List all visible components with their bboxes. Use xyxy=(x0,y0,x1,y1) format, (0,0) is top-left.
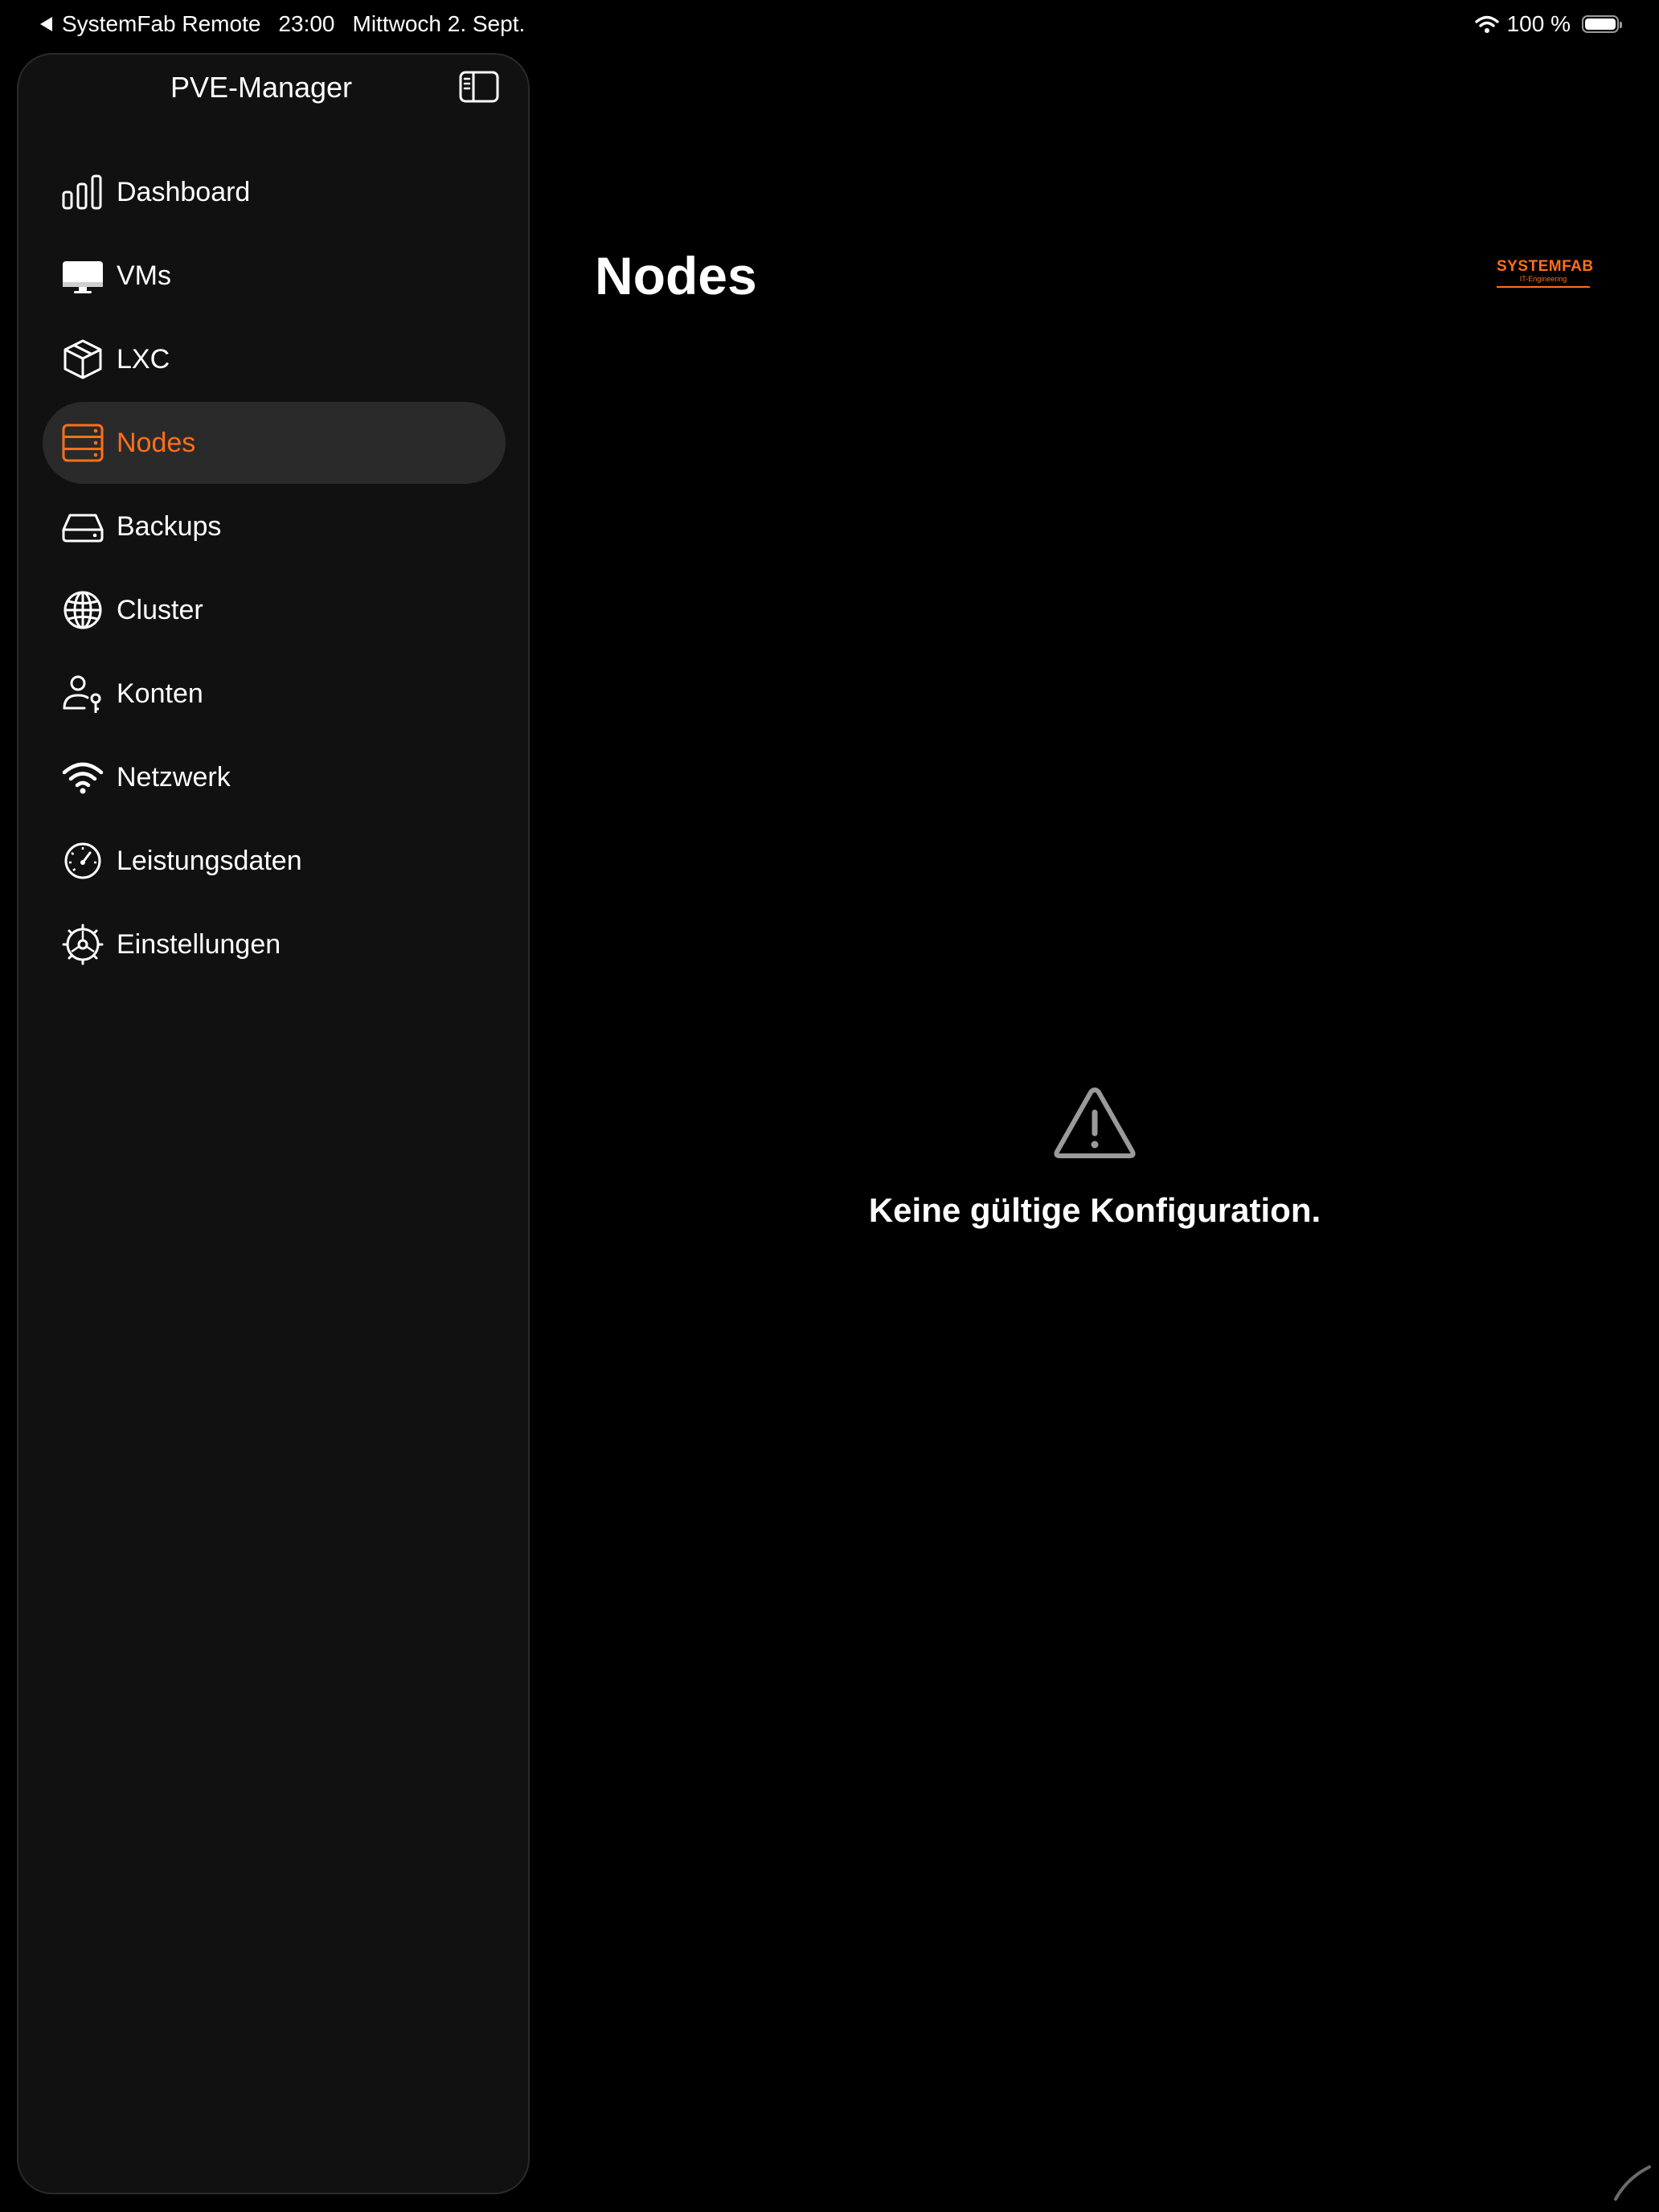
error-message: Keine gültige Konfiguration. xyxy=(868,1191,1321,1229)
sidebar-item-leistungsdaten[interactable]: Leistungsdaten xyxy=(43,820,506,902)
cube-icon xyxy=(60,337,105,382)
sidebar-item-dashboard[interactable]: Dashboard xyxy=(43,151,506,233)
sidebar-item-netzwerk[interactable]: Netzwerk xyxy=(43,736,506,818)
sidebar-item-label: Nodes xyxy=(117,427,196,458)
sidebar-nav: Dashboard VMs LXC Nodes Backups Cluster … xyxy=(43,151,506,987)
loading-indicator-icon xyxy=(1614,2165,1651,2201)
sidebar-item-backups[interactable]: Backups xyxy=(43,485,506,567)
server-rack-icon xyxy=(60,420,105,465)
logo-line1: SYSTEMFAB xyxy=(1497,258,1594,275)
page-title: Nodes xyxy=(595,246,757,305)
status-bar-right: 100 % xyxy=(1474,11,1622,37)
sidebar-item-label: LXC xyxy=(117,343,170,375)
back-arrow-icon[interactable] xyxy=(40,17,52,31)
globe-icon xyxy=(60,588,105,633)
sidebar-item-lxc[interactable]: LXC xyxy=(43,318,506,400)
sidebar-item-label: VMs xyxy=(117,260,171,291)
battery-icon xyxy=(1582,15,1622,33)
sidebar-item-cluster[interactable]: Cluster xyxy=(43,569,506,651)
warning-triangle-icon xyxy=(1054,1088,1136,1158)
sidebar-item-label: Netzwerk xyxy=(117,761,231,793)
gear-icon xyxy=(60,922,105,967)
sidebar-item-label: Einstellungen xyxy=(117,928,281,960)
sidebar-toggle-icon[interactable] xyxy=(459,71,499,103)
status-bar-left: SystemFab Remote 23:00 Mittwoch 2. Sept. xyxy=(40,11,525,37)
sidebar: PVE-Manager Dashboard VMs LXC Nodes Back… xyxy=(17,53,530,2194)
sidebar-item-label: Dashboard xyxy=(117,176,251,207)
wifi-status-icon xyxy=(1474,15,1499,33)
sidebar-item-konten[interactable]: Konten xyxy=(43,653,506,735)
sidebar-item-label: Cluster xyxy=(117,594,203,625)
gauge-icon xyxy=(60,838,105,883)
sidebar-item-label: Konten xyxy=(117,678,203,709)
status-bar: SystemFab Remote 23:00 Mittwoch 2. Sept.… xyxy=(0,0,1659,51)
wifi-icon xyxy=(60,755,105,800)
status-date: Mittwoch 2. Sept. xyxy=(352,11,526,36)
sidebar-item-label: Leistungsdaten xyxy=(117,845,302,876)
sidebar-item-nodes[interactable]: Nodes xyxy=(43,402,506,484)
sidebar-title: PVE-Manager xyxy=(170,71,353,104)
sidebar-item-einstellungen[interactable]: Einstellungen xyxy=(43,903,506,985)
display-icon xyxy=(60,253,105,298)
sidebar-item-vms[interactable]: VMs xyxy=(43,235,506,317)
brand-logo: SYSTEMFAB IT-Engineering xyxy=(1497,258,1594,294)
battery-percent: 100 % xyxy=(1506,11,1571,36)
sidebar-item-label: Backups xyxy=(117,510,222,542)
status-time: 23:00 xyxy=(278,11,335,36)
drive-icon xyxy=(60,504,105,549)
chart-bars-icon xyxy=(60,170,105,215)
logo-line2: IT-Engineering xyxy=(1519,275,1567,283)
back-app-label[interactable]: SystemFab Remote xyxy=(62,11,260,37)
person-key-icon xyxy=(60,671,105,716)
